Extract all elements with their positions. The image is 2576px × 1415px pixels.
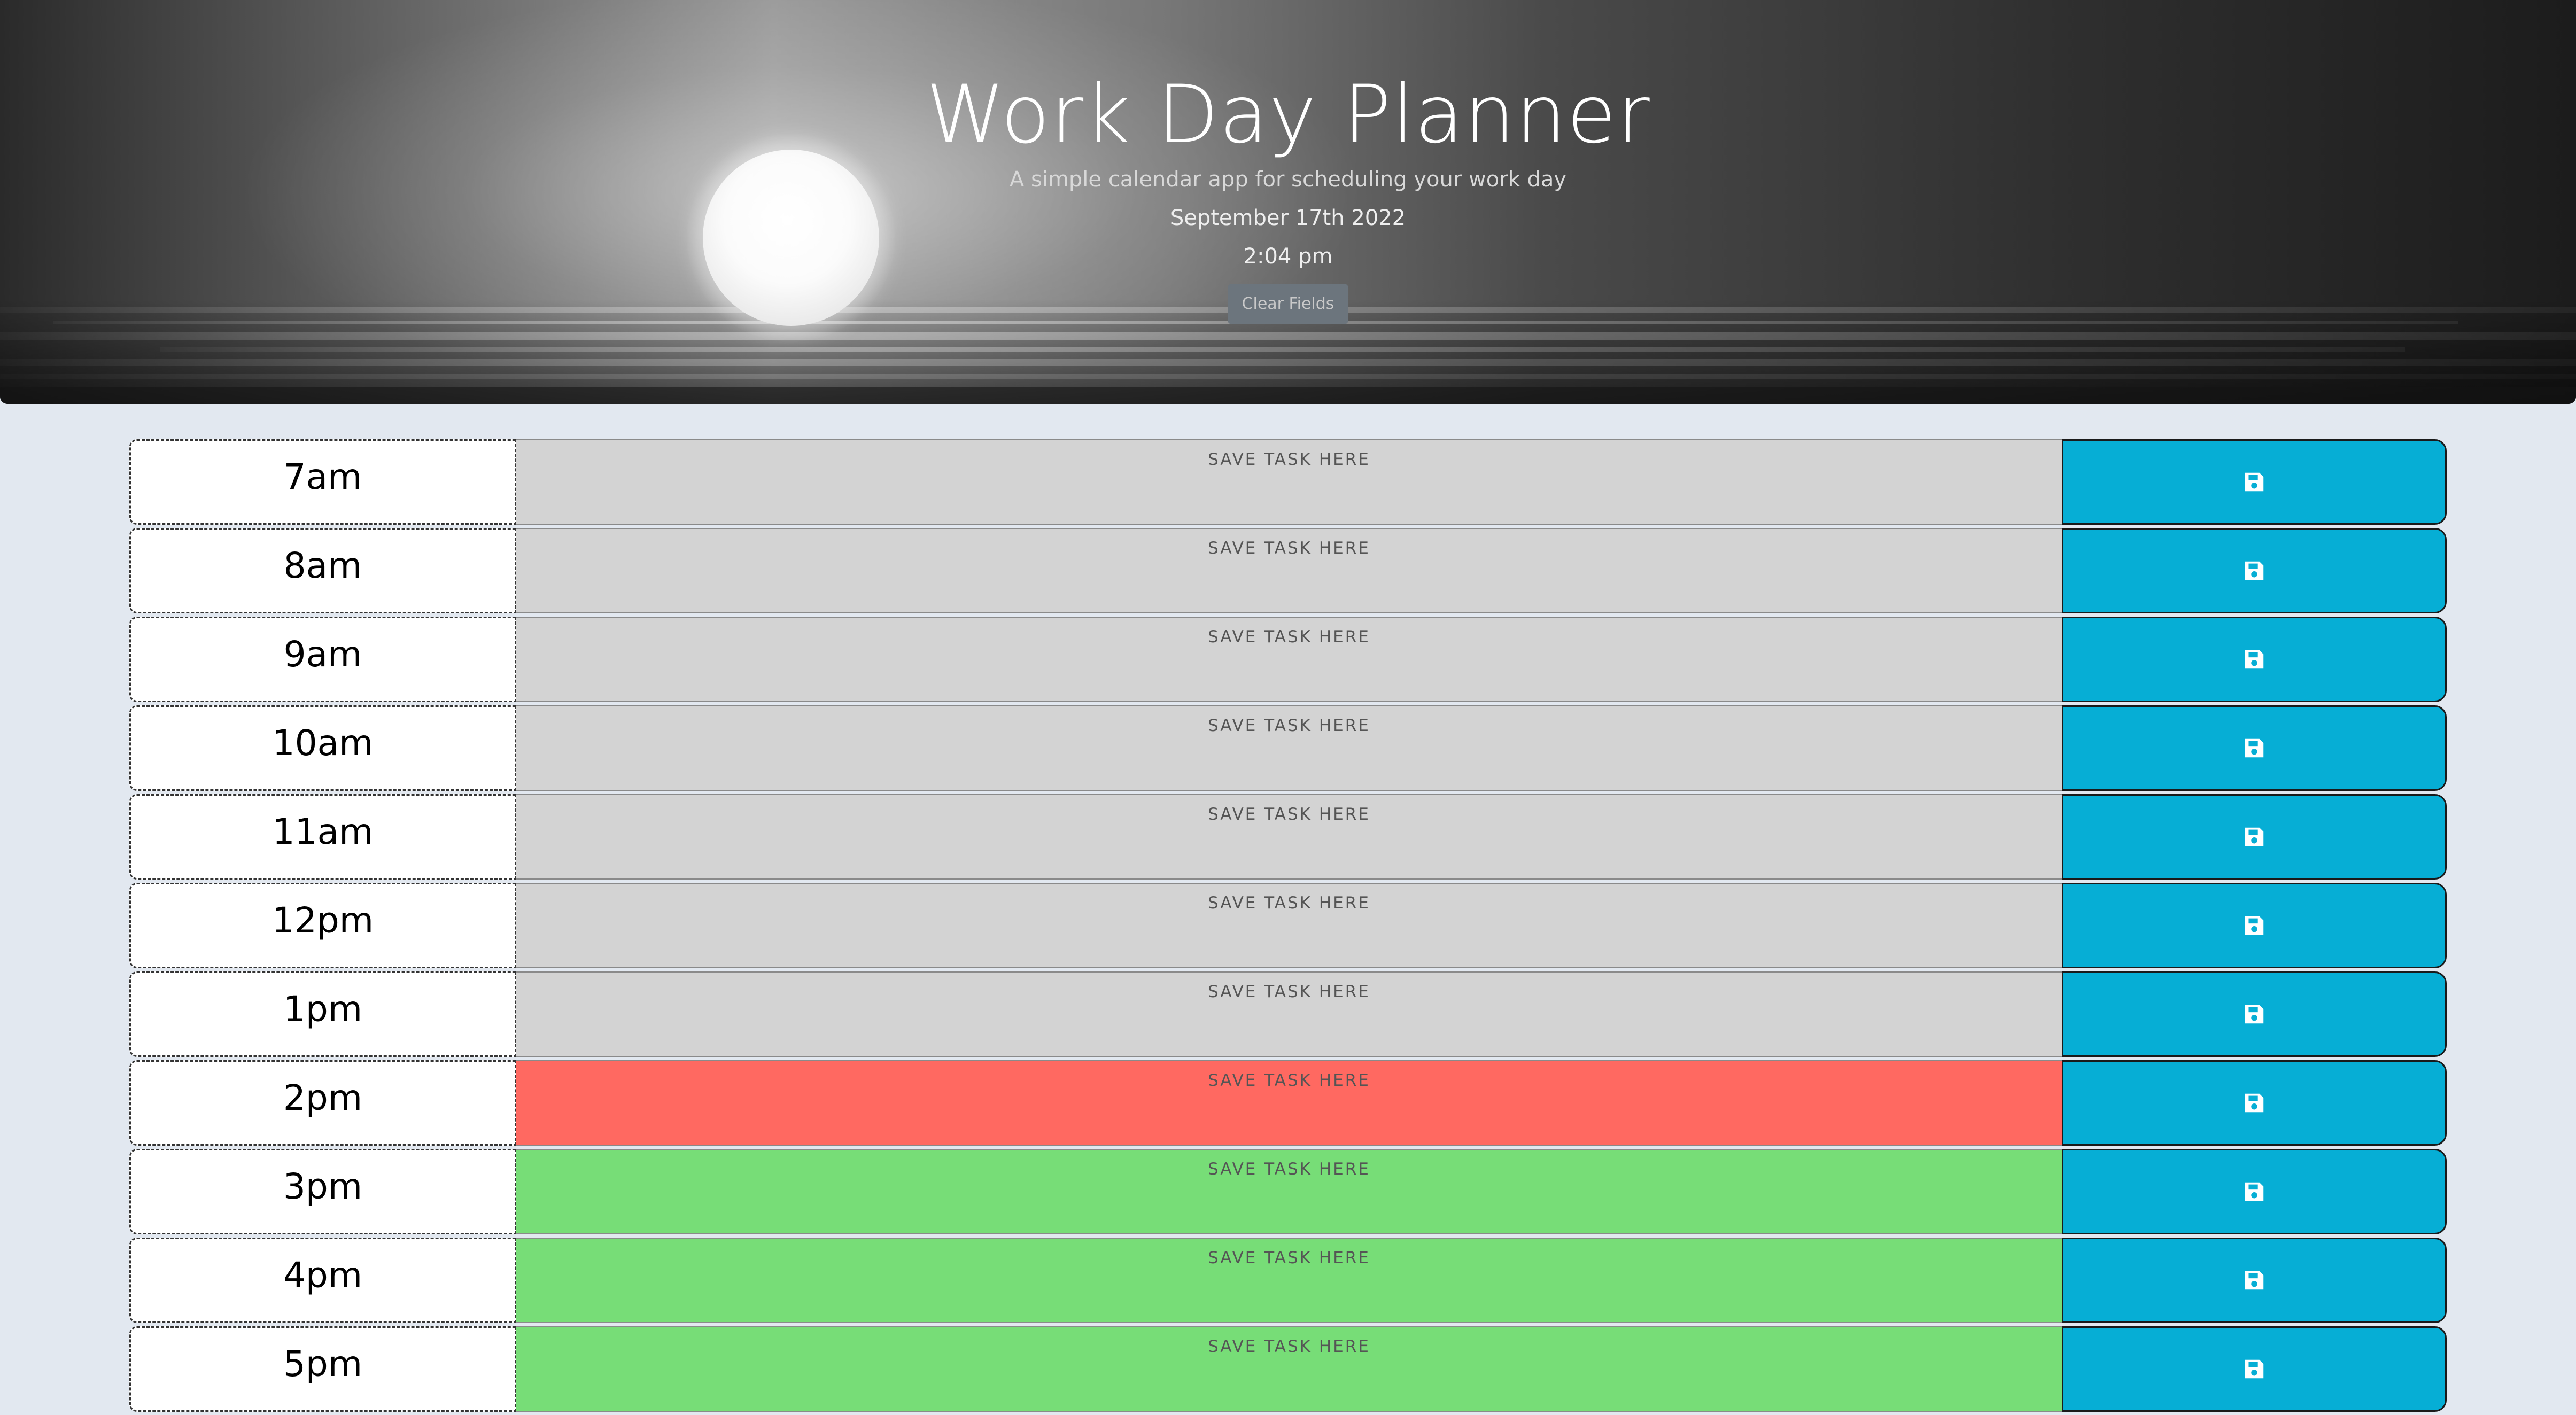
page-subtitle: A simple calendar app for scheduling you…: [1009, 167, 1567, 192]
floppy-disk-save-icon: [2245, 738, 2264, 758]
time-block-row: 8am: [129, 528, 2447, 613]
hour-label: 4pm: [129, 1238, 516, 1323]
current-time: 2:04 pm: [1243, 244, 1333, 269]
floppy-disk-save-icon: [2245, 916, 2264, 935]
floppy-disk-save-icon: [2245, 472, 2264, 492]
planner: 7am 8am 9am: [129, 439, 2447, 1415]
time-block-row: 1pm: [129, 971, 2447, 1057]
task-input[interactable]: [516, 1060, 2062, 1146]
task-input[interactable]: [516, 1326, 2062, 1412]
hour-label: 8am: [129, 528, 516, 613]
hour-label: 9am: [129, 617, 516, 702]
save-button[interactable]: [2062, 617, 2447, 702]
clear-fields-button[interactable]: Clear Fields: [1228, 284, 1348, 324]
floppy-disk-save-icon: [2245, 561, 2264, 580]
save-button[interactable]: [2062, 883, 2447, 968]
time-block-row: 4pm: [129, 1238, 2447, 1323]
save-button[interactable]: [2062, 705, 2447, 791]
time-block-row: 12pm: [129, 883, 2447, 968]
save-button[interactable]: [2062, 971, 2447, 1057]
time-block-row: 7am: [129, 439, 2447, 525]
task-input[interactable]: [516, 883, 2062, 968]
floppy-disk-save-icon: [2245, 1182, 2264, 1201]
floppy-disk-save-icon: [2245, 827, 2264, 846]
task-input[interactable]: [516, 439, 2062, 525]
floppy-disk-save-icon: [2245, 1005, 2264, 1024]
save-button[interactable]: [2062, 1060, 2447, 1146]
save-button[interactable]: [2062, 1238, 2447, 1323]
hour-label: 11am: [129, 794, 516, 880]
page-title: Work Day Planner: [926, 68, 1650, 161]
current-date: September 17th 2022: [1170, 206, 1406, 230]
time-block-row: 11am: [129, 794, 2447, 880]
task-input[interactable]: [516, 1149, 2062, 1234]
task-input[interactable]: [516, 528, 2062, 613]
task-input[interactable]: [516, 1238, 2062, 1323]
time-block-row: 9am: [129, 617, 2447, 702]
task-input[interactable]: [516, 617, 2062, 702]
time-block-row: 5pm: [129, 1326, 2447, 1412]
save-button[interactable]: [2062, 794, 2447, 880]
floppy-disk-save-icon: [2245, 1271, 2264, 1290]
save-button[interactable]: [2062, 528, 2447, 613]
task-input[interactable]: [516, 794, 2062, 880]
hour-label: 3pm: [129, 1149, 516, 1234]
time-block-row: 3pm: [129, 1149, 2447, 1234]
hour-label: 12pm: [129, 883, 516, 968]
hour-label: 1pm: [129, 971, 516, 1057]
floppy-disk-save-icon: [2245, 650, 2264, 669]
save-button[interactable]: [2062, 439, 2447, 525]
task-input[interactable]: [516, 705, 2062, 791]
hour-label: 2pm: [129, 1060, 516, 1146]
save-button[interactable]: [2062, 1149, 2447, 1234]
time-block-row: 2pm: [129, 1060, 2447, 1146]
hour-label: 10am: [129, 705, 516, 791]
sunset-background-image: [0, 299, 2576, 404]
floppy-disk-save-icon: [2245, 1359, 2264, 1379]
header-banner: Work Day Planner A simple calendar app f…: [0, 0, 2576, 404]
time-block-row: 10am: [129, 705, 2447, 791]
save-button[interactable]: [2062, 1326, 2447, 1412]
hour-label: 5pm: [129, 1326, 516, 1412]
hour-label: 7am: [129, 439, 516, 525]
floppy-disk-save-icon: [2245, 1093, 2264, 1113]
task-input[interactable]: [516, 971, 2062, 1057]
